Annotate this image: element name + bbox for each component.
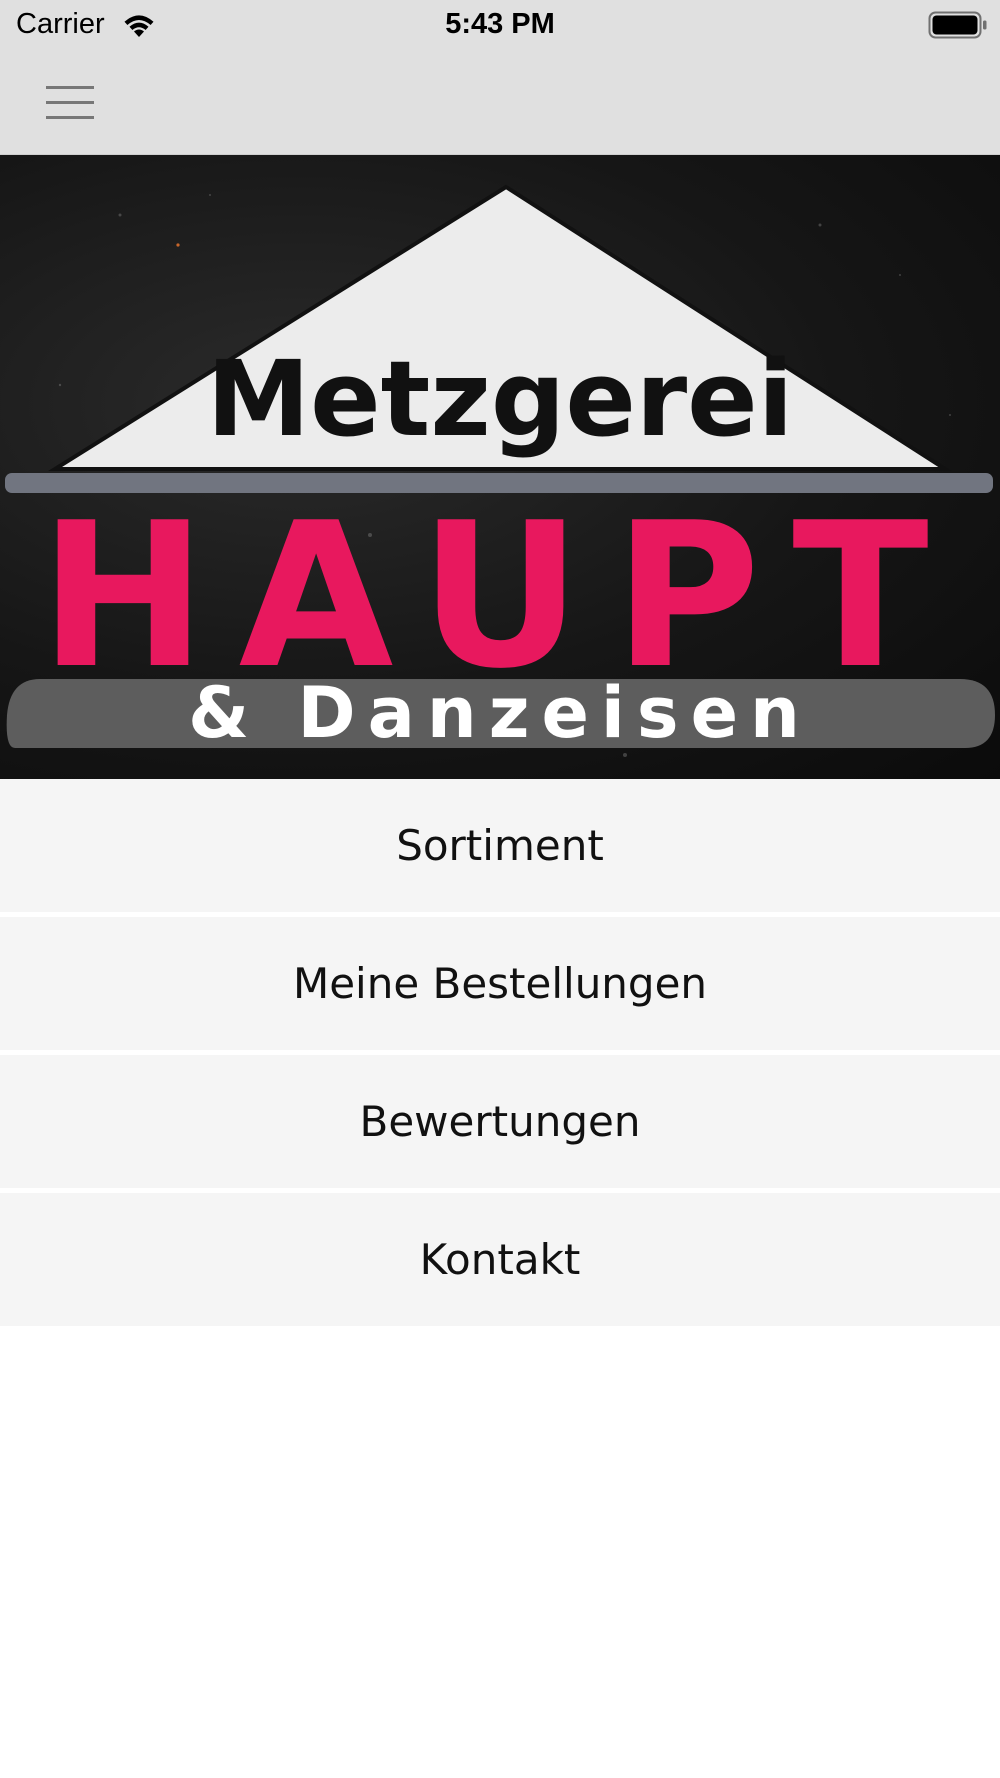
battery-icon bbox=[928, 11, 987, 39]
logo-line-metzgerei: Metzgerei bbox=[207, 338, 794, 460]
menu-item-sortiment[interactable]: Sortiment bbox=[0, 779, 1000, 912]
main-menu: Sortiment Meine Bestellungen Bewertungen… bbox=[0, 779, 1000, 1326]
menu-item-meine-bestellungen[interactable]: Meine Bestellungen bbox=[0, 917, 1000, 1050]
menu-item-bewertungen[interactable]: Bewertungen bbox=[0, 1055, 1000, 1188]
menu-item-label: Kontakt bbox=[419, 1235, 581, 1284]
logo-line-danzeisen: & Danzeisen bbox=[188, 672, 812, 754]
menu-item-label: Bewertungen bbox=[359, 1097, 641, 1146]
status-bar: Carrier 5:43 PM bbox=[0, 0, 1000, 50]
navigation-bar bbox=[0, 50, 1000, 155]
menu-item-label: Meine Bestellungen bbox=[292, 959, 708, 1008]
logo-banner: Metzgerei HAUPT & Danzeisen bbox=[0, 155, 1000, 779]
logo-artwork: Metzgerei HAUPT & Danzeisen bbox=[5, 184, 995, 757]
menu-item-kontakt[interactable]: Kontakt bbox=[0, 1193, 1000, 1326]
menu-item-label: Sortiment bbox=[396, 821, 604, 870]
hamburger-menu-icon[interactable] bbox=[46, 84, 96, 120]
clock-label: 5:43 PM bbox=[445, 8, 555, 40]
